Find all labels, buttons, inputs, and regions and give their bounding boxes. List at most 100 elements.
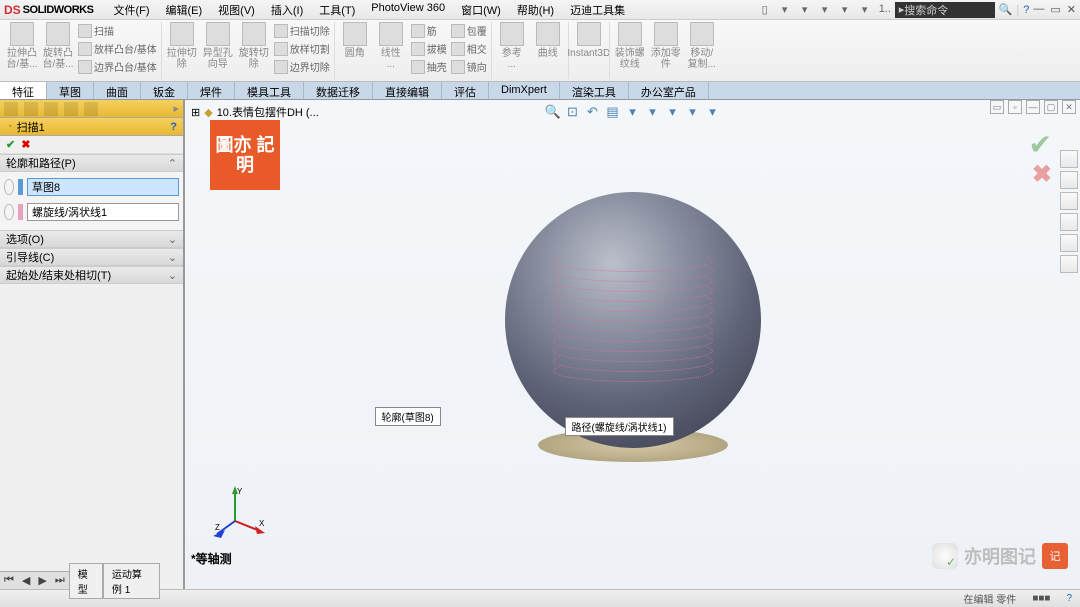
taskpane-appear-icon[interactable]: [1060, 234, 1078, 252]
help-icon[interactable]: ?: [1023, 4, 1029, 16]
tree-tab-1[interactable]: [4, 102, 18, 116]
confirm-corner-ok[interactable]: ✔: [1029, 128, 1052, 161]
new-icon[interactable]: ▯: [759, 3, 771, 16]
help-link-icon[interactable]: ?: [170, 121, 177, 133]
tab-migration[interactable]: 数据迁移: [304, 82, 373, 99]
boundary-cut-button[interactable]: 边界切除: [272, 58, 332, 75]
open-icon[interactable]: ▾: [779, 3, 791, 16]
confirm-corner-cancel[interactable]: ✖: [1032, 160, 1052, 189]
intersect-button[interactable]: 相交: [449, 40, 489, 57]
shell-button[interactable]: 抽壳: [409, 58, 449, 75]
tab-motion-study[interactable]: 运动算例 1: [103, 563, 160, 599]
menu-photoview[interactable]: PhotoView 360: [363, 0, 453, 20]
maximize-icon[interactable]: ▭: [1050, 3, 1060, 16]
group-profile-path[interactable]: 轮廓和路径(P)⌃: [0, 154, 183, 172]
zoom-fit-icon[interactable]: 🔍: [545, 104, 561, 120]
options-icon[interactable]: ▾: [859, 3, 871, 16]
save-icon[interactable]: ▾: [799, 3, 811, 16]
tab-nav-first[interactable]: ⏮: [0, 574, 18, 587]
viewport-min-icon[interactable]: —: [1026, 100, 1040, 114]
linear-pattern-button[interactable]: 线性 ...: [373, 22, 409, 79]
sweep-button[interactable]: 扫描: [76, 22, 159, 39]
tab-sheetmetal[interactable]: 钣金: [141, 82, 188, 99]
prev-view-icon[interactable]: ↶: [585, 104, 601, 120]
extrude-cut-button[interactable]: 拉伸切 除: [164, 22, 200, 79]
tree-tab-4[interactable]: [64, 102, 78, 116]
mirror-button[interactable]: 镜向: [449, 58, 489, 75]
instant3d-button[interactable]: Instant3D: [571, 22, 607, 79]
tab-features[interactable]: 特征: [0, 82, 47, 99]
tab-mold[interactable]: 模具工具: [235, 82, 304, 99]
hole-wizard-button[interactable]: 异型孔 向导: [200, 22, 236, 79]
command-search[interactable]: ▸ 搜索命令: [895, 2, 995, 18]
menu-file[interactable]: 文件(F): [105, 0, 157, 20]
close-icon[interactable]: ✕: [1067, 3, 1076, 16]
wrap-button[interactable]: 包覆: [449, 22, 489, 39]
menu-help[interactable]: 帮助(H): [509, 0, 562, 20]
taskpane-explorer-icon[interactable]: [1060, 192, 1078, 210]
tree-tab-3[interactable]: [44, 102, 58, 116]
view-orient-icon[interactable]: ▾: [625, 104, 641, 120]
group-guides[interactable]: 引导线(C)⌄: [0, 248, 183, 266]
fillet-button[interactable]: 圆角: [337, 22, 373, 79]
cancel-button[interactable]: ✖: [21, 138, 30, 151]
loft-cut-button[interactable]: 放样切割: [272, 40, 332, 57]
loft-button[interactable]: 放样凸台/基体: [76, 40, 159, 57]
display-style-icon[interactable]: ▾: [645, 104, 661, 120]
tab-dimxpert[interactable]: DimXpert: [489, 82, 560, 99]
ok-button[interactable]: ✔: [6, 138, 15, 151]
menu-tools[interactable]: 工具(T): [311, 0, 363, 20]
tab-surface[interactable]: 曲面: [94, 82, 141, 99]
viewport-close-icon[interactable]: ✕: [1062, 100, 1076, 114]
extrude-boss-button[interactable]: 拉伸凸 台/基...: [4, 22, 40, 79]
section-icon[interactable]: ▤: [605, 104, 621, 120]
taskpane-view-icon[interactable]: [1060, 213, 1078, 231]
menu-maidi[interactable]: 迈迪工具集: [562, 0, 633, 20]
menu-insert[interactable]: 插入(I): [263, 0, 311, 20]
tab-evaluate[interactable]: 评估: [442, 82, 489, 99]
tree-tab-2[interactable]: [24, 102, 38, 116]
expand-tree-icon[interactable]: ⊞: [191, 106, 200, 119]
viewport-tile-icon[interactable]: ▭: [990, 100, 1004, 114]
taskpane-prop-icon[interactable]: [1060, 255, 1078, 273]
tab-nav-last[interactable]: ⏭: [51, 574, 69, 587]
status-help-icon[interactable]: ?: [1066, 593, 1072, 604]
tree-dropdown-icon[interactable]: ▸: [173, 102, 179, 115]
rib-button[interactable]: 筋: [409, 22, 449, 39]
taskpane-lib-icon[interactable]: [1060, 171, 1078, 189]
group-options[interactable]: 选项(O)⌄: [0, 230, 183, 248]
path-input[interactable]: [27, 203, 179, 221]
minimize-icon[interactable]: —: [1033, 3, 1044, 16]
tab-weldment[interactable]: 焊件: [188, 82, 235, 99]
zoom-area-icon[interactable]: ⊡: [565, 104, 581, 120]
search-icon[interactable]: 🔍: [999, 3, 1013, 16]
graphics-viewport[interactable]: ⊞ ◆ 10.表情包摆件DH (... 🔍 ⊡ ↶ ▤ ▾ ▾ ▾ ▾ ▾ ▭ …: [185, 100, 1080, 589]
revolve-cut-button[interactable]: 旋转切 除: [236, 22, 272, 79]
hide-show-icon[interactable]: ▾: [665, 104, 681, 120]
curves-button[interactable]: 曲线: [530, 22, 566, 79]
draft-button[interactable]: 拔模: [409, 40, 449, 57]
revolve-boss-button[interactable]: 旋转凸 台/基...: [40, 22, 76, 79]
orientation-triad[interactable]: Y X Z: [215, 486, 265, 539]
appearance-icon[interactable]: ▾: [685, 104, 701, 120]
menu-window[interactable]: 窗口(W): [453, 0, 509, 20]
menu-edit[interactable]: 编辑(E): [158, 0, 211, 20]
sweep-cut-button[interactable]: 扫描切除: [272, 22, 332, 39]
print-icon[interactable]: ▾: [819, 3, 831, 16]
tab-nav-next[interactable]: ▶: [34, 574, 50, 587]
viewport-link-icon[interactable]: ▫: [1008, 100, 1022, 114]
taskpane-home-icon[interactable]: [1060, 150, 1078, 168]
rebuild-icon[interactable]: ▾: [839, 3, 851, 16]
tab-nav-prev[interactable]: ◀: [18, 574, 34, 587]
profile-input[interactable]: [27, 178, 179, 196]
group-tangent[interactable]: 起始处/结束处相切(T)⌄: [0, 266, 183, 284]
tree-tab-5[interactable]: [84, 102, 98, 116]
menu-view[interactable]: 视图(V): [210, 0, 263, 20]
reference-button[interactable]: 参考 ...: [494, 22, 530, 79]
tab-model[interactable]: 模型: [69, 563, 103, 599]
tab-sketch[interactable]: 草图: [47, 82, 94, 99]
add-part-button[interactable]: 添加零 件: [648, 22, 684, 79]
viewport-max-icon[interactable]: ▢: [1044, 100, 1058, 114]
scene-icon[interactable]: ▾: [705, 104, 721, 120]
tab-direct-edit[interactable]: 直接编辑: [373, 82, 442, 99]
